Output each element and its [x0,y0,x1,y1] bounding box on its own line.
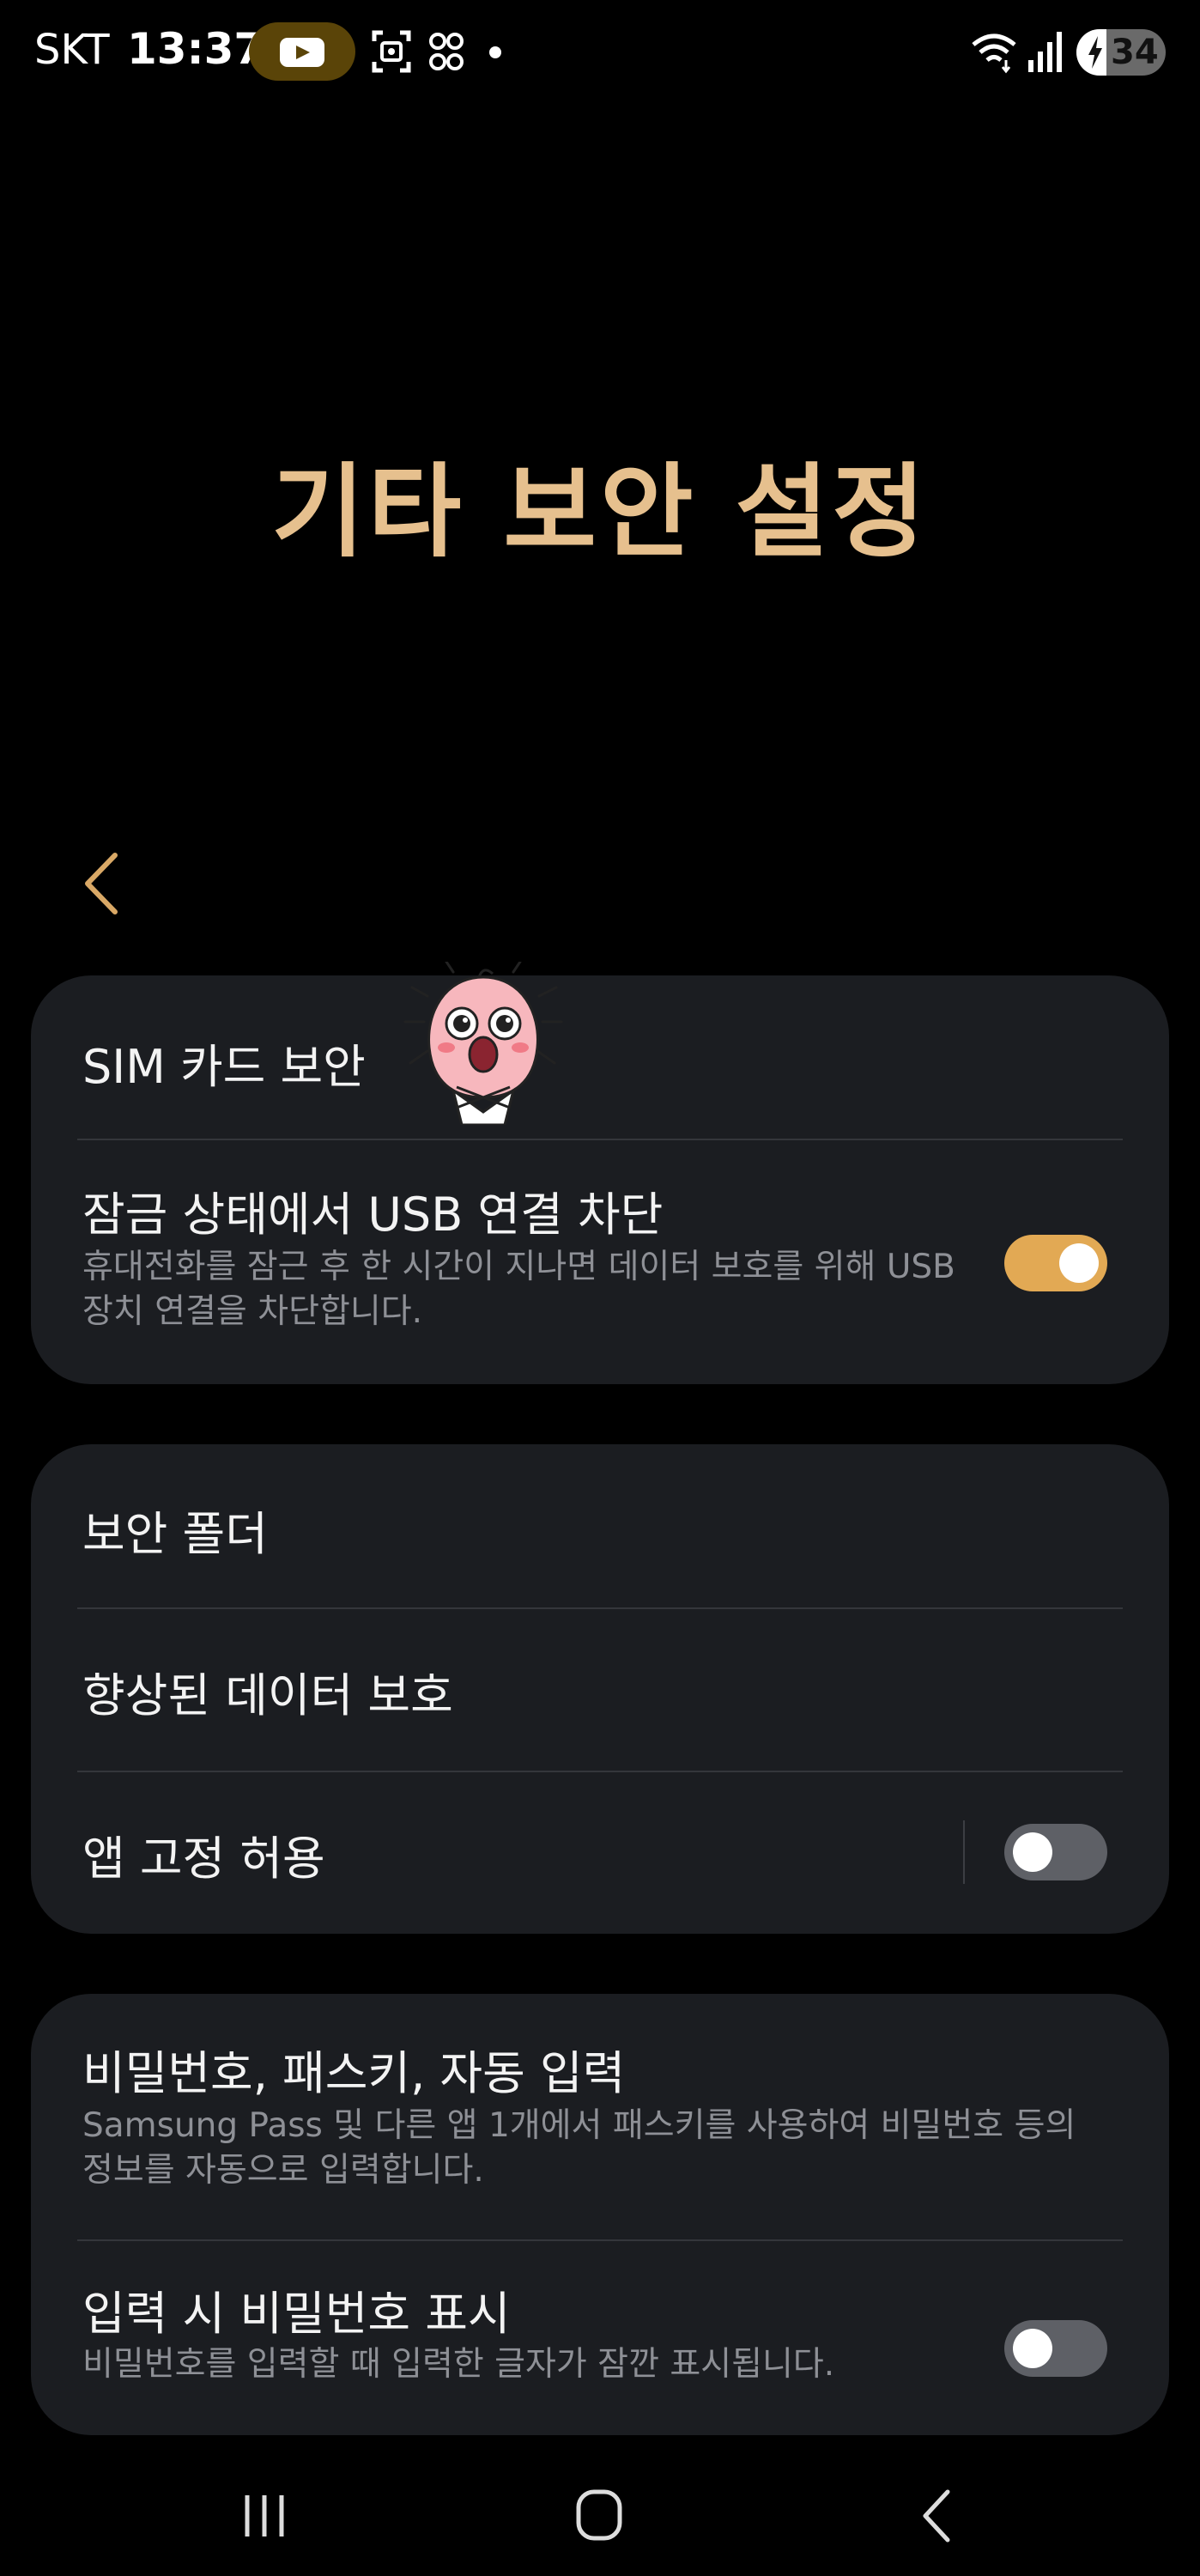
app-pinning-toggle[interactable] [1004,1824,1107,1880]
show-passwords-row[interactable]: 입력 시 비밀번호 표시 비밀번호를 입력할 때 입력한 글자가 잠깐 표시됩니… [31,2241,1169,2435]
secure-folder-row[interactable]: 보안 폴더 [31,1444,1169,1607]
show-passwords-toggle[interactable] [1004,2320,1107,2377]
secure-folder-title: 보안 폴더 [82,1507,268,1561]
peach-sticker-icon [403,962,563,1125]
page-title: 기타 보안 설정 [271,453,929,571]
home-icon[interactable] [548,2482,651,2550]
show-passwords-subtitle: 비밀번호를 입력할 때 입력한 글자가 잠깐 표시됩니다. [82,2345,835,2384]
show-passwords-title: 입력 시 비밀번호 표시 [82,2287,511,2341]
wifi-icon [972,33,1016,74]
passwords-passkeys-autofill-subtitle: Samsung Pass 및 다른 앱 1개에서 패스키를 사용하여 비밀번호 … [82,2106,1076,2190]
app-pinning-row[interactable]: 앱 고정 허용 [31,1772,1169,1934]
settings-card-passwords: 비밀번호, 패스키, 자동 입력 Samsung Pass 및 다른 앱 1개에… [31,1994,1169,2435]
recent-apps-icon[interactable] [213,2482,316,2550]
screenshot-scan-icon [372,30,411,73]
qr-code-icon [429,33,464,70]
vertical-separator [963,1820,965,1884]
sim-card-security-title: SIM 카드 보안 [82,1040,366,1094]
back-arrow-icon[interactable] [77,850,125,917]
passwords-passkeys-autofill-title: 비밀번호, 패스키, 자동 입력 [82,2046,626,2100]
battery-percent: 34 [1111,33,1159,72]
usb-block-toggle[interactable] [1004,1235,1107,1291]
carrier-label: SKT [34,26,110,74]
youtube-icon[interactable] [249,22,355,81]
app-pinning-title: 앱 고정 허용 [82,1832,325,1886]
clock: 13:37 [127,24,264,74]
settings-card-folder-protection: 보안 폴더 향상된 데이터 보호 앱 고정 허용 [31,1444,1169,1934]
status-bar: SKT 13:37 34 [0,0,1200,103]
back-icon[interactable] [884,2482,987,2550]
usb-block-subtitle: 휴대전화를 잠근 후 한 시간이 지나면 데이터 보호를 위해 USB 장치 연… [82,1248,955,1331]
navigation-bar [0,2456,1200,2576]
signal-icon [1028,32,1062,72]
usb-block-row[interactable]: 잠금 상태에서 USB 연결 차단 휴대전화를 잠근 후 한 시간이 지나면 데… [31,1140,1169,1384]
settings-card-sim-usb: SIM 카드 보안 잠금 상태에서 USB 연결 차단 휴대전화를 잠근 후 한… [31,975,1169,1384]
enhanced-data-protection-title: 향상된 데이터 보호 [82,1668,453,1722]
battery-charging-icon: 34 [1076,29,1166,76]
notification-dot-icon [489,46,501,58]
usb-block-title: 잠금 상태에서 USB 연결 차단 [82,1188,664,1242]
sim-card-security-row[interactable]: SIM 카드 보안 [31,975,1169,1139]
passwords-passkeys-autofill-row[interactable]: 비밀번호, 패스키, 자동 입력 Samsung Pass 및 다른 앱 1개에… [31,1994,1169,2241]
enhanced-data-protection-row[interactable]: 향상된 데이터 보호 [31,1609,1169,1771]
